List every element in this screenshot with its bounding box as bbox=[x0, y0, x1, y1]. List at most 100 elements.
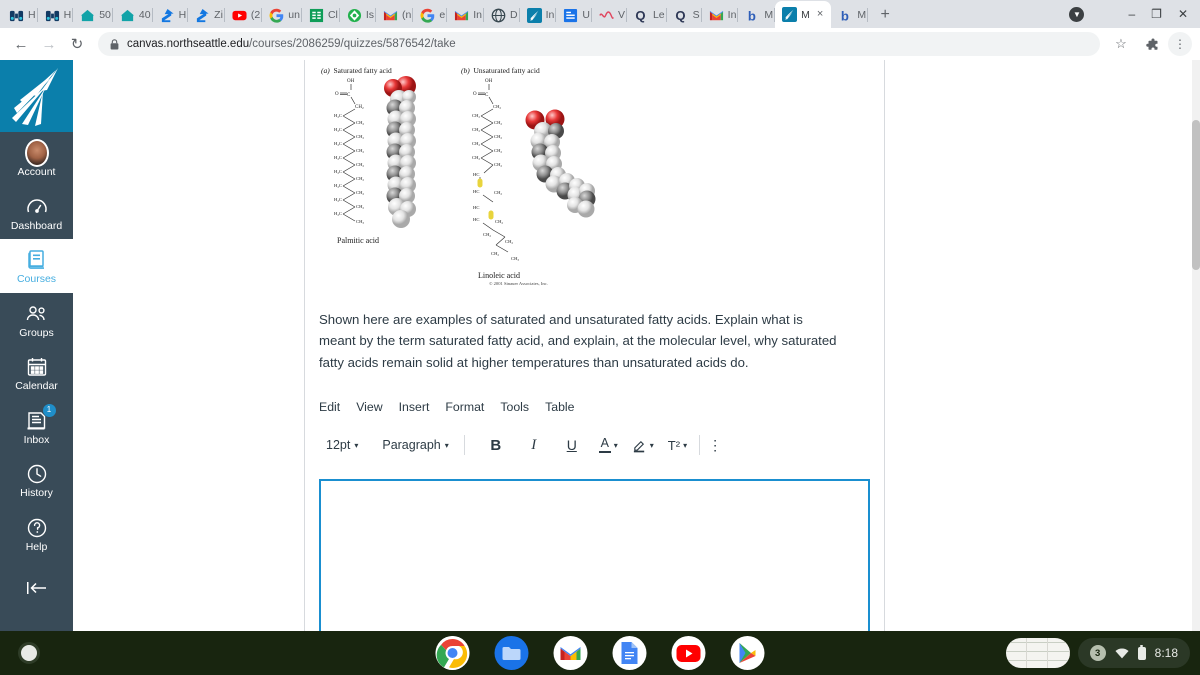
new-tab-button[interactable]: + bbox=[872, 2, 898, 28]
sidebar-item-groups[interactable]: Groups bbox=[0, 293, 73, 347]
editor-menu-insert[interactable]: Insert bbox=[399, 400, 430, 414]
sidebar-item-inbox[interactable]: 1 Inbox bbox=[0, 400, 73, 454]
browser-tab[interactable]: H bbox=[153, 2, 189, 28]
play-store-icon[interactable] bbox=[730, 636, 765, 670]
sidebar-item-account[interactable]: Account bbox=[0, 132, 73, 186]
browser-tab[interactable]: 40 bbox=[113, 2, 153, 28]
editor-menu-format[interactable]: Format bbox=[445, 400, 484, 414]
reload-button[interactable]: ↻ bbox=[64, 31, 90, 57]
youtube-icon[interactable] bbox=[671, 636, 706, 670]
superscript-control[interactable]: T² ▾ bbox=[668, 438, 691, 453]
scrollbar-thumb[interactable] bbox=[1192, 120, 1200, 270]
tab-title: H bbox=[63, 9, 72, 21]
font-size-dropdown[interactable]: 12pt ▾ bbox=[319, 435, 365, 455]
tab-title: In bbox=[545, 9, 555, 21]
highlight-color-control[interactable]: ▾ bbox=[632, 438, 658, 453]
browser-tab[interactable]: 50 bbox=[73, 2, 113, 28]
canvas-icon bbox=[526, 7, 542, 23]
browser-tab[interactable]: e bbox=[413, 2, 448, 28]
bold-button[interactable]: B bbox=[483, 433, 509, 457]
editor-menu-table[interactable]: Table bbox=[545, 400, 574, 414]
chrome-icon[interactable] bbox=[435, 636, 470, 670]
browser-tab[interactable]: Q Le bbox=[627, 2, 667, 28]
extensions-puzzle-icon[interactable] bbox=[1138, 31, 1164, 57]
browser-tab[interactable]: un bbox=[262, 2, 302, 28]
maximize-button[interactable]: ❐ bbox=[1151, 8, 1162, 20]
answer-textarea[interactable] bbox=[319, 479, 870, 631]
superscript-label: T² bbox=[667, 437, 681, 453]
gmail-icon bbox=[383, 8, 398, 23]
browser-tab[interactable]: (n bbox=[376, 2, 414, 28]
sidebar-item-help[interactable]: Help bbox=[0, 507, 73, 561]
browser-tab[interactable]: bM bbox=[831, 2, 869, 28]
shelf-status-area: 3 8:18 bbox=[1005, 638, 1190, 668]
browser-tab-active[interactable]: M × bbox=[775, 1, 832, 28]
svg-text:H₂C: H₂C bbox=[334, 141, 342, 146]
files-icon[interactable] bbox=[494, 636, 529, 670]
browser-tab[interactable]: In bbox=[702, 2, 739, 28]
browser-menu-button[interactable]: ⋮ bbox=[1168, 32, 1192, 56]
google-docs-icon[interactable] bbox=[612, 636, 647, 670]
browser-tab[interactable]: Is bbox=[340, 2, 377, 28]
tab-title: 40 bbox=[138, 9, 151, 21]
download-indicator-icon[interactable]: ▼ bbox=[1069, 6, 1085, 22]
battery-icon[interactable] bbox=[1137, 644, 1146, 660]
clock-time[interactable]: 8:18 bbox=[1155, 646, 1178, 660]
underline-button[interactable]: U bbox=[559, 433, 585, 457]
wifi-icon[interactable] bbox=[1115, 647, 1129, 659]
tab-title: e bbox=[439, 9, 446, 21]
doc-blue-icon bbox=[563, 8, 578, 23]
back-button[interactable]: ← bbox=[8, 31, 34, 57]
star-burst-icon bbox=[12, 68, 58, 126]
browser-tab[interactable]: (2 bbox=[225, 2, 263, 28]
gmail-icon[interactable] bbox=[553, 636, 588, 670]
browser-tab[interactable]: H bbox=[38, 2, 74, 28]
sidebar-item-courses[interactable]: Courses bbox=[0, 239, 73, 293]
gmail-icon bbox=[709, 8, 724, 23]
tab-close-icon[interactable]: × bbox=[814, 9, 826, 20]
school-logo[interactable] bbox=[0, 60, 73, 132]
browser-tab[interactable]: D bbox=[484, 2, 520, 28]
sidebar-item-dashboard[interactable]: Dashboard bbox=[0, 186, 73, 240]
close-window-button[interactable]: ✕ bbox=[1178, 8, 1188, 20]
editor-menu-tools[interactable]: Tools bbox=[500, 400, 529, 414]
svg-text:H₂C: H₂C bbox=[334, 155, 342, 160]
browser-tab[interactable]: V bbox=[592, 2, 627, 28]
svg-text:CH₂: CH₂ bbox=[494, 162, 502, 167]
text-color-control[interactable]: A ▾ bbox=[598, 437, 622, 453]
system-tray[interactable]: 3 8:18 bbox=[1077, 638, 1190, 668]
brainly-icon: b bbox=[838, 8, 853, 22]
notification-count-badge[interactable]: 3 bbox=[1089, 645, 1106, 661]
editor-menu-view[interactable]: View bbox=[356, 400, 382, 414]
canvas-global-nav: Account Dashboard Courses Groups Calendar 1 In… bbox=[0, 60, 73, 631]
fatty-acid-figure: (a) Saturated fatty acid (b) Unsaturated… bbox=[313, 63, 613, 291]
forward-button[interactable]: → bbox=[36, 31, 62, 57]
sidebar-item-history[interactable]: History bbox=[0, 453, 73, 507]
browser-tab[interactable]: In bbox=[520, 2, 557, 28]
browser-tab[interactable]: bM bbox=[738, 2, 776, 28]
italic-button[interactable]: I bbox=[521, 433, 547, 457]
browser-tab[interactable]: U bbox=[556, 2, 592, 28]
block-format-dropdown[interactable]: Paragraph ▾ bbox=[375, 435, 455, 455]
editor-more-options-button[interactable]: ⋮ bbox=[708, 437, 722, 454]
editor-menu-edit[interactable]: Edit bbox=[319, 400, 340, 414]
browser-tab[interactable]: In bbox=[447, 2, 484, 28]
browser-tab[interactable]: H bbox=[2, 2, 38, 28]
nav-collapse-button[interactable] bbox=[26, 580, 48, 596]
browser-tab[interactable]: Zi bbox=[188, 2, 225, 28]
groups-people-icon bbox=[25, 302, 49, 326]
address-bar[interactable]: canvas.northseattle.edu/courses/2086259/… bbox=[98, 32, 1100, 56]
browser-tab[interactable]: QS bbox=[667, 2, 702, 28]
svg-text:CH₂: CH₂ bbox=[356, 204, 364, 209]
launcher-button[interactable] bbox=[18, 642, 40, 664]
minimize-button[interactable]: – bbox=[1128, 8, 1135, 20]
browser-tab[interactable]: Cl bbox=[302, 2, 340, 28]
sidebar-item-calendar[interactable]: Calendar bbox=[0, 346, 73, 400]
window-preview-thumbnail[interactable] bbox=[1005, 638, 1070, 668]
svg-text:CH₂: CH₂ bbox=[356, 134, 364, 139]
block-format-value: Paragraph bbox=[382, 438, 441, 453]
tab-title: V bbox=[617, 9, 625, 21]
page-scrollbar[interactable] bbox=[1192, 60, 1200, 631]
bookmark-star-icon[interactable]: ☆ bbox=[1108, 31, 1134, 57]
tab-title: Is bbox=[365, 9, 375, 21]
